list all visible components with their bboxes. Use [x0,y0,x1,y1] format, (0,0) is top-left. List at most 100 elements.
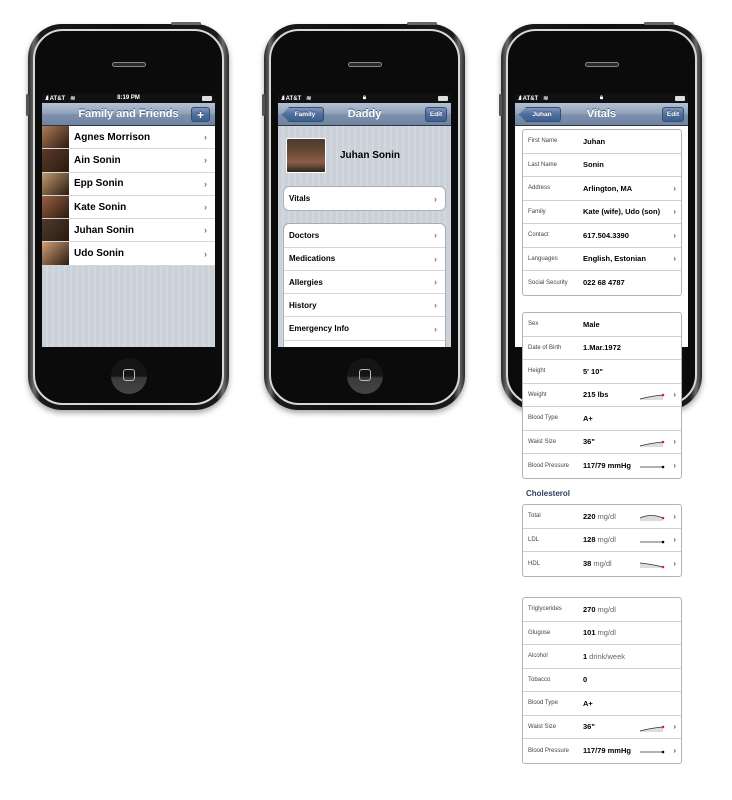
home-square-icon [358,369,371,381]
volume-button [262,94,265,116]
vital-row-family[interactable]: Family Kate (wife), Udo (son) › [523,201,681,224]
vital-value: A+ [583,699,593,708]
chevron-right-icon: › [434,230,437,241]
contact-name: Agnes Morrison [74,131,151,143]
vital-unit: mg/dl [597,604,616,614]
vital-row-total[interactable]: Total 220 mg/dl › [523,505,681,529]
vital-label: Alcohol [528,653,548,660]
vital-row-weight[interactable]: Weight 215 lbs › [523,384,681,407]
vital-number: Male [583,319,600,329]
vital-number: 128 [583,535,596,545]
vital-row-blood-type: Blood Type A+ [523,407,681,431]
trend-sparkline [639,393,665,400]
lock-icon: 🔒︎ [599,95,604,101]
contact-row[interactable]: Epp Sonin › [42,172,215,196]
vital-row-last-name: Last Name Sonin [523,154,681,177]
vital-number: Kate (wife), Udo (son) [583,207,661,217]
chevron-right-icon: › [673,535,676,545]
vital-label: Family [528,208,546,215]
sleep-button [644,22,674,25]
vital-label: Blood Type [528,415,558,422]
sparkline-latest-point [661,465,665,469]
vital-value: 022 68 4787 [583,278,625,287]
contact-row[interactable]: Juhan Sonin › [42,219,215,243]
nav-title: Daddy [347,108,382,120]
contact-row[interactable]: Kate Sonin › [42,195,215,220]
sleep-button [171,22,201,25]
sparkline-area [640,441,663,447]
vital-unit: mg/dl [597,511,616,521]
speaker-grille [111,62,146,67]
vital-label: Last Name [528,161,558,168]
vital-number: 5' 10" [583,366,603,376]
chevron-right-icon: › [204,132,207,143]
battery-icon [202,96,212,101]
menu-item-history[interactable]: History › [284,294,445,318]
menu-item-vitals[interactable]: Vitals › [284,187,445,210]
vital-row-hdl[interactable]: HDL 38 mg/dl › [523,552,681,576]
sparkline-latest-point [661,565,665,569]
contact-photo [42,219,69,242]
vital-value: 220 mg/dl [583,512,616,521]
chevron-right-icon: › [673,746,676,756]
vital-number: 215 lbs [583,390,609,400]
vital-row-sex: Sex Male [523,313,681,337]
edit-button[interactable]: Edit [662,107,684,122]
vital-value: 617.504.3390 [583,231,629,240]
add-contact-button[interactable]: + [191,107,210,122]
sparkline-latest-point [661,516,665,520]
profile-name: Juhan Sonin [340,150,400,161]
vital-value: 36" [583,437,595,446]
screen: .ıll AT&T ≋ 8:19 PM Family and Friends +… [42,94,215,347]
back-button-family[interactable]: Family [282,107,324,122]
vital-row-contact[interactable]: Contact 617.504.3390 › [523,224,681,248]
home-button[interactable] [346,358,383,394]
chevron-right-icon: › [673,254,676,264]
sleep-button [407,22,437,25]
vital-label: Blood Type [528,700,558,707]
vital-row-tobacco: Tobacco 0 [523,669,681,692]
chevron-right-icon: › [673,722,676,732]
vital-row-waist-size[interactable]: Waist Size 36" › [523,716,681,739]
vital-row-alcohol: Alcohol 1 drink/week [523,645,681,669]
vital-number: 117/79 mmHg [583,461,631,471]
trend-sparkline [640,465,665,469]
vitals-group: Vitals › [283,186,446,212]
contact-photo [42,126,69,149]
vital-row-blood-pressure[interactable]: Blood Pressure 117/79 mmHg › [523,739,681,763]
menu-item-allergies[interactable]: Allergies › [284,271,445,295]
sparkline-latest-point [661,440,665,443]
menu-item-doctors[interactable]: Doctors › [284,224,445,248]
vital-label: Triglycerides [528,606,562,613]
chevron-right-icon: › [434,277,437,288]
vital-number: 36" [583,722,595,732]
vital-label: Waist Size [528,723,557,730]
profile-photo [286,138,326,173]
vital-label: Date of Birth [528,344,562,351]
back-button-juhan[interactable]: Juhan [519,107,561,122]
contact-row[interactable]: Agnes Morrison › [42,126,215,150]
menu-item-emergency-info[interactable]: Emergency Info › [284,317,445,341]
contact-row[interactable]: Udo Sonin › [42,242,215,266]
vital-row-address[interactable]: Address Arlington, MA › [523,177,681,201]
vital-row-ldl[interactable]: LDL 128 mg/dl › [523,529,681,552]
vital-label: Address [528,185,551,192]
home-button[interactable] [110,358,147,394]
vital-row-blood-pressure[interactable]: Blood Pressure 117/79 mmHg › [523,454,681,478]
vital-number: A+ [583,413,593,423]
other-vitals-group: Triglycerides 270 mg/dl Glugose 101 mg/dl Alco… [522,597,682,764]
edit-button[interactable]: Edit [425,107,447,122]
chevron-right-icon: › [673,511,676,521]
vital-row-blood-type: Blood Type A+ [523,692,681,716]
vital-value: 0 [583,675,587,684]
chevron-right-icon: › [673,437,676,447]
vital-row-waist-size[interactable]: Waist Size 36" › [523,431,681,454]
trend-sparkline [640,540,665,543]
contact-row[interactable]: Ain Sonin › [42,149,215,173]
vital-row-languages[interactable]: Languages English, Estonian › [523,248,681,271]
menu-item-partial[interactable] [284,341,445,347]
menu-item-medications[interactable]: Medications › [284,248,445,271]
battery-icon [675,96,685,101]
vital-row-date-of-birth: Date of Birth 1.Mar.1972 [523,337,681,360]
vital-label: Total [528,513,541,520]
